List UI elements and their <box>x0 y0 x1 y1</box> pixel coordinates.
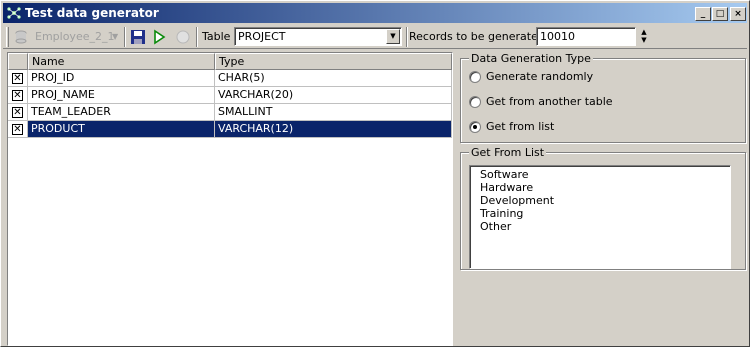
project-label: Employee_2_1 <box>35 30 115 43</box>
get-from-list-group: Get From List Software Hardware Developm… <box>460 146 746 270</box>
spin-up-icon[interactable]: ▲ <box>639 28 649 36</box>
list-item: Development <box>480 194 555 207</box>
field-type: VARCHAR(20) <box>215 87 452 104</box>
list-values-textarea[interactable]: Software Hardware Development Training O… <box>469 165 731 269</box>
records-input-value: 10010 <box>540 30 575 43</box>
field-type: VARCHAR(12) <box>215 121 452 138</box>
table-row[interactable]: ✕ PROJ_NAME VARCHAR(20) <box>8 87 452 104</box>
table-row[interactable]: ✕ TEAM_LEADER SMALLINT <box>8 104 452 121</box>
list-item: Hardware <box>480 181 534 194</box>
column-header-type[interactable]: Type <box>215 53 452 70</box>
title-bar[interactable]: Test data generator _ □ × <box>3 3 747 23</box>
table-row-selected[interactable]: ✕ PRODUCT VARCHAR(12) <box>8 121 452 138</box>
toolbar-separator <box>406 27 408 47</box>
run-icon[interactable] <box>151 29 167 45</box>
maximize-button[interactable]: □ <box>712 7 728 21</box>
radio-label: Get from list <box>486 120 555 133</box>
fields-grid: Name Type ✕ PROJ_ID CHAR(5) ✕ PROJ_NAME … <box>7 52 453 346</box>
window-title: Test data generator <box>25 6 159 20</box>
app-icon <box>7 7 21 19</box>
radio-button[interactable] <box>469 96 481 108</box>
column-header-name[interactable]: Name <box>28 53 215 70</box>
list-item: Training <box>480 207 524 220</box>
list-item: Other <box>480 220 512 233</box>
stop-icon[interactable] <box>175 29 191 45</box>
database-icon <box>15 30 27 44</box>
minimize-button[interactable]: _ <box>695 7 711 21</box>
radio-selected-dot <box>473 125 477 129</box>
row-checkbox[interactable]: ✕ <box>12 90 23 101</box>
records-spinner[interactable]: ▲ ▼ <box>639 28 649 46</box>
table-select-value: PROJECT <box>238 30 286 43</box>
chevron-down-icon[interactable]: ▼ <box>386 29 400 44</box>
row-checkbox[interactable]: ✕ <box>12 124 23 135</box>
grid-header: Name Type <box>8 53 452 70</box>
field-name: PRODUCT <box>28 121 215 138</box>
row-checkbox[interactable]: ✕ <box>12 73 23 84</box>
radio-button[interactable] <box>469 121 481 133</box>
close-button[interactable]: × <box>730 7 746 21</box>
test-data-generator-window: Test data generator _ □ × Employee_2_1 ▼ <box>0 0 750 347</box>
table-select[interactable]: PROJECT ▼ <box>234 27 402 46</box>
spin-down-icon[interactable]: ▼ <box>639 36 649 44</box>
field-name: PROJ_ID <box>28 70 215 87</box>
toolbar-grip[interactable] <box>6 27 9 47</box>
records-input[interactable]: 10010 <box>536 27 636 46</box>
radio-label: Generate randomly <box>486 70 594 83</box>
field-type: SMALLINT <box>215 104 452 121</box>
save-icon[interactable] <box>130 29 146 45</box>
field-name: PROJ_NAME <box>28 87 215 104</box>
header-check-column <box>8 53 28 70</box>
table-row[interactable]: ✕ PROJ_ID CHAR(5) <box>8 70 452 87</box>
row-checkbox[interactable]: ✕ <box>12 107 23 118</box>
toolbar: Employee_2_1 ▼ Table PROJECT ▼ Records t… <box>3 25 747 49</box>
radio-button[interactable] <box>469 71 481 83</box>
chevron-down-icon: ▼ <box>112 32 119 41</box>
field-name: TEAM_LEADER <box>28 104 215 121</box>
generation-type-title: Data Generation Type <box>469 52 593 65</box>
radio-label: Get from another table <box>486 95 613 108</box>
table-label: Table <box>202 30 231 43</box>
generation-type-group: Data Generation Type Generate randomly G… <box>460 52 746 143</box>
get-from-list-title: Get From List <box>469 146 547 159</box>
toolbar-separator <box>196 27 198 47</box>
project-dropdown: Employee_2_1 ▼ <box>13 28 120 46</box>
records-label: Records to be generated <box>409 30 545 43</box>
field-type: CHAR(5) <box>215 70 452 87</box>
list-item: Software <box>480 168 529 181</box>
toolbar-separator <box>124 27 126 47</box>
